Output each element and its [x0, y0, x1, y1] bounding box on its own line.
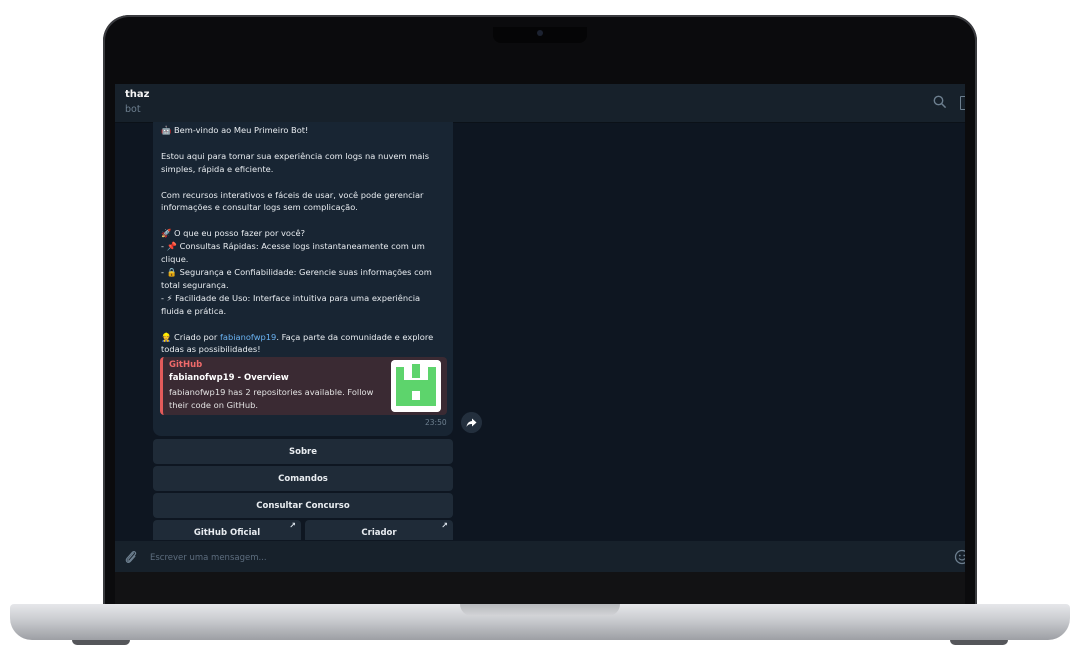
sobre-label: Sobre [288, 446, 317, 457]
consultar-label: Consultar Concurso [256, 500, 350, 511]
search-icon[interactable] [933, 95, 947, 109]
criador-label: Criador [361, 527, 397, 538]
emoji-icon[interactable] [954, 549, 965, 565]
laptop-foot-right [950, 640, 1008, 645]
laptop-foot-left [72, 640, 130, 645]
message-text: 🤖 Bem-vindo ao Meu Primeiro Bot! Estou a… [161, 124, 445, 356]
sobre-button[interactable]: Sobre [153, 439, 453, 464]
github-oficial-button[interactable]: GitHub Oficial ↗ [153, 520, 301, 540]
consultar-concurso-button[interactable]: Consultar Concurso [153, 493, 453, 518]
message-list[interactable]: 🤖 Bem-vindo ao Meu Primeiro Bot! Estou a… [115, 122, 965, 540]
chat-title[interactable]: thaz [125, 89, 149, 100]
bottom-bezel [115, 572, 965, 606]
message-bubble: 🤖 Bem-vindo ao Meu Primeiro Bot! Estou a… [153, 122, 453, 436]
creator-link[interactable]: fabianofwp19 [220, 332, 276, 342]
github-label: GitHub Oficial [193, 527, 261, 538]
message-input[interactable] [148, 549, 932, 567]
preview-description: fabianofwp19 has 2 repositories availabl… [169, 387, 374, 410]
chat-header: thaz bot [115, 84, 965, 123]
github-identicon [391, 360, 441, 412]
paperclip-icon[interactable] [124, 549, 138, 565]
message-time: 23:50 [425, 418, 447, 427]
link-preview[interactable]: GitHub fabianofwp19 - Overview fabianofw… [160, 357, 447, 415]
external-link-icon: ↗ [289, 521, 296, 530]
telegram-window: thaz bot 🤖 Bem-vindo ao Meu Primeiro Bot… [115, 84, 965, 572]
message-composer [115, 541, 965, 572]
preview-site-name: GitHub [169, 360, 203, 370]
preview-title: fabianofwp19 - Overview [169, 373, 289, 383]
trackpad-notch [460, 604, 620, 616]
chat-status: bot [125, 104, 141, 115]
criador-button[interactable]: Criador ↗ [305, 520, 453, 540]
comandos-button[interactable]: Comandos [153, 466, 453, 491]
comandos-label: Comandos [278, 473, 328, 484]
sidebar-toggle-icon[interactable] [960, 96, 965, 110]
webcam [537, 30, 543, 36]
external-link-icon: ↗ [441, 521, 448, 530]
message-body: 🤖 Bem-vindo ao Meu Primeiro Bot! Estou a… [161, 125, 432, 342]
forward-icon[interactable] [461, 412, 482, 433]
